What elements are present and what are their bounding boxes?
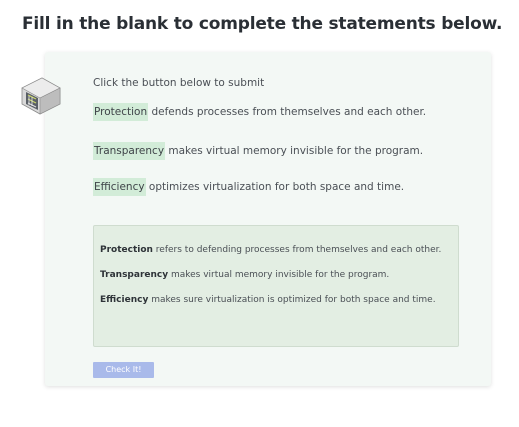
- answer-item: Transparency makes virtual memory invisi…: [100, 268, 451, 282]
- statement-3: Efficiency optimizes virtualization for …: [93, 178, 404, 196]
- statement-text: defends processes from themselves and ea…: [148, 106, 427, 118]
- answer-text: makes sure virtualization is optimized f…: [148, 295, 436, 305]
- statement-text: optimizes virtualization for both space …: [145, 181, 405, 193]
- answer-term: Efficiency: [100, 295, 149, 305]
- statement-2: Transparency makes virtual memory invisi…: [93, 142, 423, 160]
- server-rack-icon: [21, 77, 61, 115]
- answer-item: Protection refers to defending processes…: [100, 243, 451, 257]
- answer-feedback-box: Protection refers to defending processes…: [93, 225, 459, 347]
- answer-term: Transparency: [100, 270, 169, 280]
- answer-term: Protection: [100, 245, 153, 255]
- answer-item: Efficiency makes sure virtualization is …: [100, 293, 451, 307]
- answer-text: makes virtual memory invisible for the p…: [168, 270, 390, 280]
- page-heading: Fill in the blank to complete the statem…: [22, 14, 503, 34]
- answer-text: refers to defending processes from thems…: [152, 245, 442, 255]
- blank-field-1[interactable]: Protection: [93, 103, 149, 121]
- statement-text: makes virtual memory invisible for the p…: [165, 145, 424, 157]
- blank-field-2[interactable]: Transparency: [93, 142, 166, 160]
- instruction-text: Click the button below to submit: [93, 77, 265, 89]
- statement-1: Protection defends processes from themse…: [93, 103, 426, 121]
- blank-field-3[interactable]: Efficiency: [93, 178, 146, 196]
- check-it-button[interactable]: Check It!: [93, 362, 154, 378]
